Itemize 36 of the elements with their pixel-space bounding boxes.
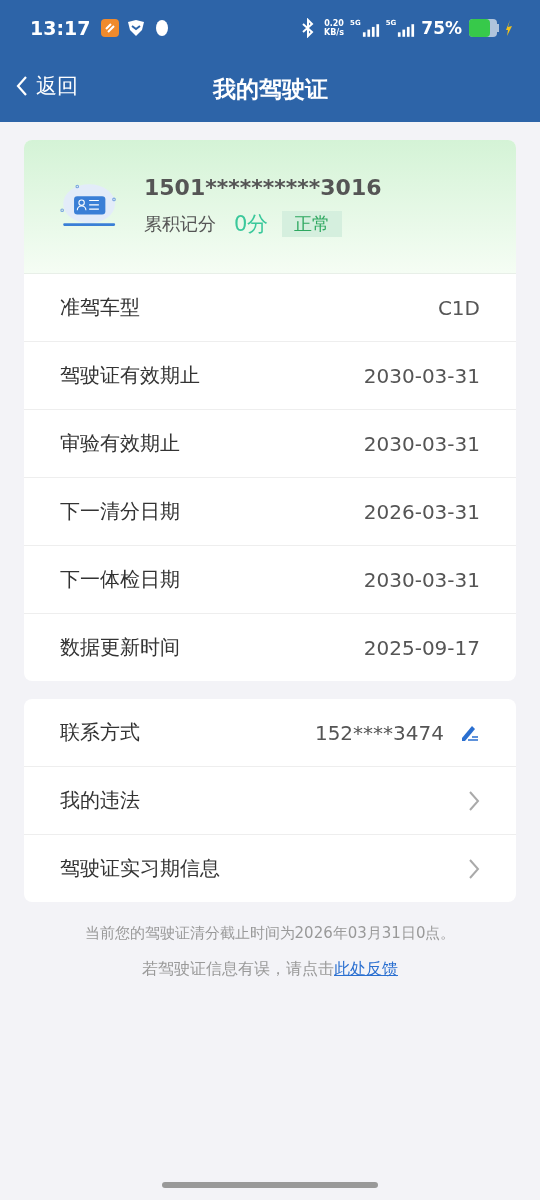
chevron-right-icon [468,789,480,812]
detail-value: 2026-03-31 [363,499,480,524]
signal-icon [361,24,380,37]
points-value: 0分 [234,211,269,238]
net-unit: KB/s [324,28,345,37]
menu-item[interactable]: 我的违法 [24,766,516,834]
menu-item[interactable]: 驾驶证实习期信息 [24,834,516,902]
detail-label: 下一体检日期 [60,566,181,593]
back-button[interactable]: 返回 [16,72,78,100]
notice-text: 当前您的驾驶证清分截止时间为2026年03月31日0点。 [83,924,457,943]
battery-charging-icon [468,18,512,38]
detail-label: 驾驶证有效期止 [60,362,201,389]
net-speed: 0.20 [324,19,344,28]
page-title: 我的驾驶证 [212,74,328,104]
battery-percent: 75% [421,18,462,38]
license-number: 1501**********3016 [144,175,382,200]
detail-label: 准驾车型 [60,294,141,321]
status-time: 13:17 [30,17,91,39]
detail-value: C1D [437,295,480,320]
points-label: 累积记分 [144,212,216,236]
back-icon[interactable] [16,75,28,97]
menu-item[interactable]: 联系方式 152****3474 [24,699,516,766]
app-icon [100,18,121,38]
detail-label: 下一清分日期 [60,498,181,525]
detail-value: 2025-09-17 [363,635,480,660]
signal-icon [397,24,416,37]
detail-value: 2030-03-31 [363,431,480,456]
chevron-right-icon [468,857,480,880]
detail-value: 2030-03-31 [363,567,480,592]
detail-label: 数据更新时间 [60,634,181,661]
shield-icon [126,18,147,38]
detail-label: 审验有效期止 [60,430,181,457]
feedback-link[interactable]: 此处反馈 [334,959,398,978]
feedback-text: 若驾驶证信息有误，请点击 [142,959,334,978]
status-badge: 正常 [282,211,343,237]
detail-value: 2030-03-31 [363,363,480,388]
